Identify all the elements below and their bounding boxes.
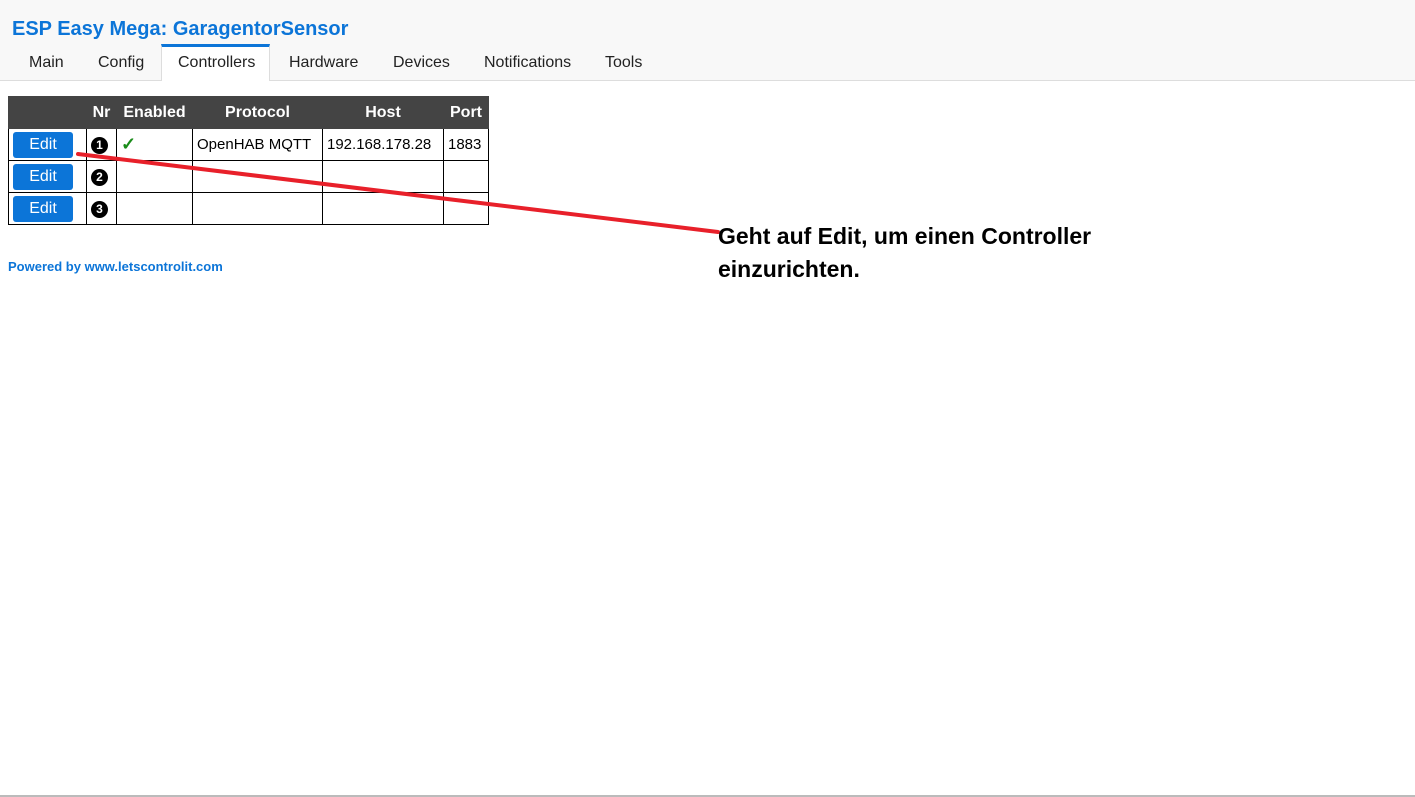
nr-badge: 3 <box>91 200 108 218</box>
protocol-cell: OpenHAB MQTT <box>192 128 323 161</box>
host-cell: 192.168.178.28 <box>322 128 444 161</box>
tab-tools[interactable]: Tools <box>605 54 642 72</box>
tab-hardware[interactable]: Hardware <box>289 54 358 72</box>
app-title: ESP Easy Mega: GaragentorSensor <box>12 18 349 40</box>
edit-button[interactable]: Edit <box>13 163 73 190</box>
enabled-cell <box>116 160 193 193</box>
edit-button[interactable]: Edit <box>13 195 73 222</box>
port-cell <box>443 192 489 225</box>
column-header-edit <box>8 96 87 129</box>
port-cell <box>443 160 489 193</box>
annotation-text: Geht auf Edit, um einen Controller einzu… <box>718 223 1092 282</box>
column-header-enabled: Enabled <box>116 96 193 129</box>
enabled-check-icon: ✓ <box>121 134 137 154</box>
port-cell: 1883 <box>443 128 489 161</box>
nr-badge: 1 <box>91 136 108 154</box>
edit-button[interactable]: Edit <box>13 131 73 158</box>
column-header-host: Host <box>322 96 444 129</box>
tab-controllers-label: Controllers <box>178 54 256 71</box>
tab-config[interactable]: Config <box>98 54 144 72</box>
controllers-table: Nr Enabled Protocol Host Port Edit 1 ✓ O… <box>8 96 489 225</box>
nr-badge: 2 <box>91 168 108 186</box>
tab-notifications[interactable]: Notifications <box>484 54 571 72</box>
table-header-row: Nr Enabled Protocol Host Port <box>8 96 489 129</box>
powered-by-link[interactable]: Powered by www.letscontrolit.com <box>8 259 223 274</box>
enabled-cell <box>116 192 193 225</box>
table-row: Edit 3 <box>8 192 489 225</box>
column-header-nr: Nr <box>86 96 117 129</box>
protocol-cell <box>192 160 323 193</box>
top-header: ESP Easy Mega: GaragentorSensor Main Con… <box>0 0 1415 81</box>
host-cell <box>322 160 444 193</box>
host-cell <box>322 192 444 225</box>
tab-controllers[interactable]: Controllers <box>161 44 270 81</box>
table-row: Edit 1 ✓ OpenHAB MQTT 192.168.178.28 188… <box>8 128 489 161</box>
tab-devices[interactable]: Devices <box>393 54 450 72</box>
tab-main[interactable]: Main <box>29 54 64 72</box>
column-header-port: Port <box>443 96 489 129</box>
protocol-cell <box>192 192 323 225</box>
column-header-protocol: Protocol <box>192 96 323 129</box>
table-row: Edit 2 <box>8 160 489 193</box>
